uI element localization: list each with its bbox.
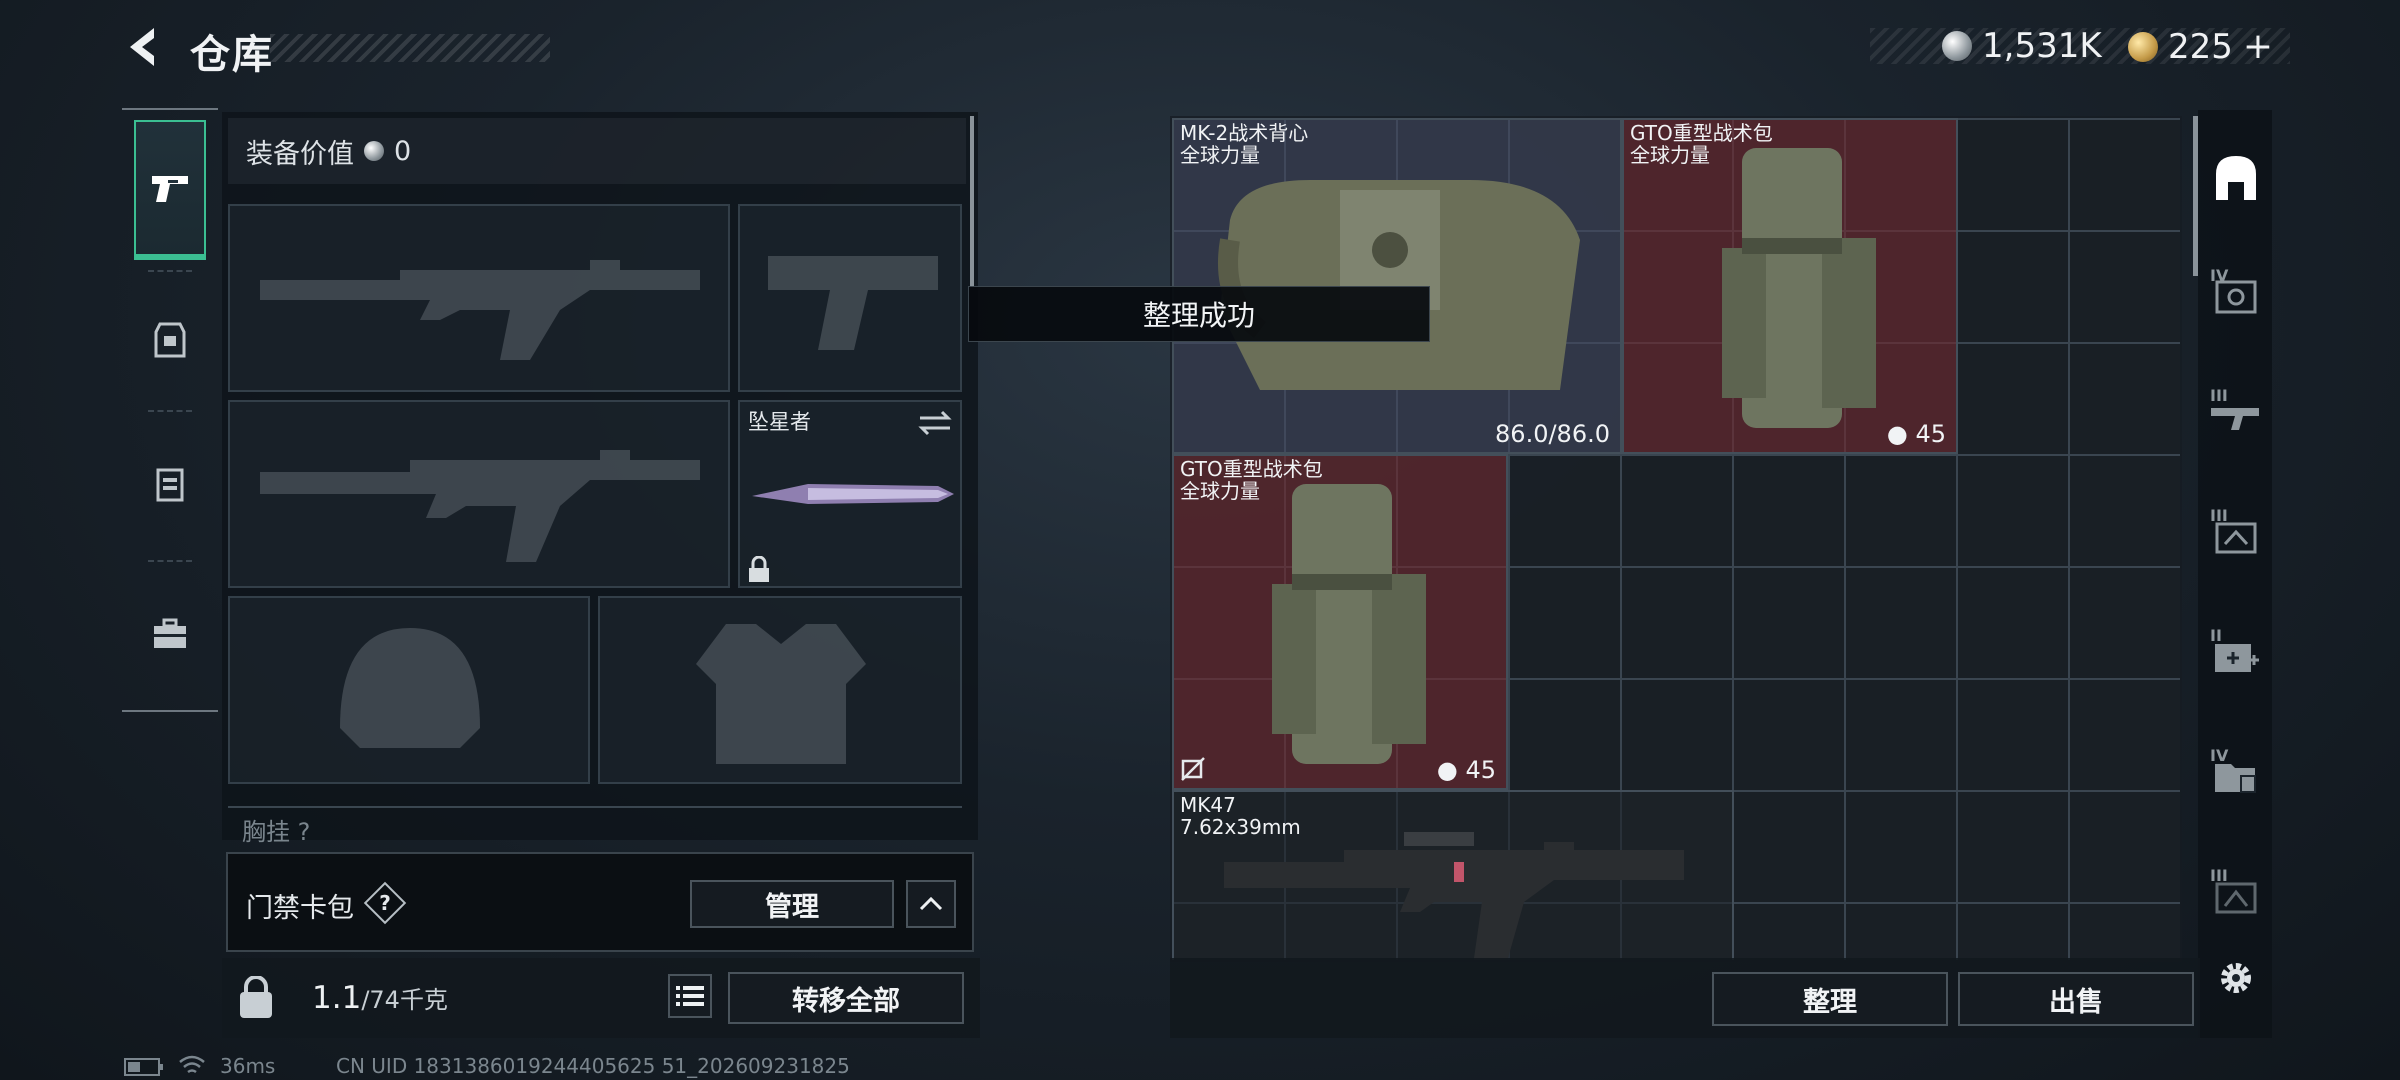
category-all[interactable] xyxy=(2206,148,2266,208)
primary-weapon-slot[interactable] xyxy=(228,204,730,392)
silver-coin-icon xyxy=(1942,31,1972,61)
uid-text: CN UID 1831386019244405625 51_2026092318… xyxy=(336,1054,850,1078)
tier-label: IV xyxy=(2210,266,2229,285)
tab-armor[interactable] xyxy=(122,270,218,410)
briefcase-icon xyxy=(154,618,186,648)
ping-text: 36ms xyxy=(220,1054,276,1078)
tier-label: II xyxy=(2210,626,2222,645)
sidearm-slot[interactable] xyxy=(738,204,962,392)
tier-label: IV xyxy=(2210,746,2229,765)
list-view-button[interactable] xyxy=(668,974,712,1018)
rifle-icon xyxy=(1224,832,1684,960)
swap-icon[interactable] xyxy=(918,410,952,436)
item-name: MK-2战术背心 全球力量 xyxy=(1180,121,1309,167)
vest-icon xyxy=(1218,180,1580,390)
helmet-silhouette-icon xyxy=(340,628,480,748)
equipment-value-label: 装备价值 xyxy=(246,138,354,170)
toast-message: 整理成功 xyxy=(968,286,1430,342)
list-icon xyxy=(676,986,704,1006)
transfer-all-button[interactable]: 转移全部 xyxy=(728,972,964,1024)
capacity-max: /74千克 xyxy=(361,986,448,1014)
gear-icon xyxy=(2221,963,2251,993)
tab-toolbox[interactable] xyxy=(122,564,218,704)
page-title: 仓库 xyxy=(190,32,274,78)
capacity-count: ● 45 xyxy=(1436,756,1496,784)
storage-item-rifle[interactable]: MK47 7.62x39mm xyxy=(1172,790,1734,960)
silver-amount: 1,531K xyxy=(1982,26,2102,66)
keycard-label: 门禁卡包 xyxy=(246,893,354,924)
knife-icon xyxy=(752,484,954,504)
capacity-current: 1.1 xyxy=(312,980,362,1016)
collapse-button[interactable] xyxy=(906,880,956,928)
secondary-weapon-slot[interactable] xyxy=(228,400,730,588)
loadout-tab-column xyxy=(122,108,218,712)
armor-icon xyxy=(154,322,186,358)
no-insure-icon xyxy=(1181,757,1205,781)
back-arrow-icon xyxy=(130,28,154,66)
storage-item-backpack[interactable]: GTO重型战术包 全球力量 ● 45 xyxy=(1172,454,1508,790)
backpack-icon xyxy=(1722,148,1876,428)
category-documents[interactable]: IV xyxy=(2206,746,2266,806)
back-button[interactable] xyxy=(120,22,170,72)
storage-grid: MK-2战术背心 全球力量 86.0/86.0 GTO重型战术包 全球力量 ● … xyxy=(1172,118,2180,960)
gold-coin-icon xyxy=(2128,31,2158,62)
manage-button[interactable]: 管理 xyxy=(690,880,894,928)
rifle-silhouette-icon xyxy=(260,450,700,562)
capacity-text: 1.1/74千克 xyxy=(312,980,448,1016)
gold-add-button[interactable]: + xyxy=(2243,26,2273,67)
lock-icon xyxy=(749,556,769,582)
body-armor-slot[interactable] xyxy=(598,596,962,784)
item-name: GTO重型战术包 全球力量 xyxy=(1180,457,1323,503)
tab-rig[interactable] xyxy=(122,414,218,554)
backpack-icon xyxy=(2216,156,2256,200)
tab-divider xyxy=(148,560,192,562)
backpack-weight-icon xyxy=(240,976,272,1018)
pistol-icon xyxy=(152,176,188,202)
tier-label: III xyxy=(2210,866,2228,885)
armor-silhouette-icon xyxy=(696,624,866,764)
tier-label: III xyxy=(2210,386,2228,405)
slots-icon: ● xyxy=(1436,756,1458,784)
sell-button[interactable]: 出售 xyxy=(1958,972,2194,1026)
tier-label: III xyxy=(2210,506,2228,525)
settings-button[interactable] xyxy=(2206,948,2266,1008)
pistol-silhouette-icon xyxy=(768,256,938,350)
backpack-icon xyxy=(1272,484,1426,764)
category-medical[interactable]: II xyxy=(2206,626,2266,686)
chest-rig-help: ? xyxy=(297,818,311,846)
melee-slot[interactable]: 坠星者 xyxy=(738,400,962,588)
storage-item-backpack[interactable]: GTO重型战术包 全球力量 ● 45 xyxy=(1622,118,1958,454)
melee-name: 坠星者 xyxy=(748,410,811,434)
sort-button[interactable]: 整理 xyxy=(1712,972,1948,1026)
silver-currency[interactable]: 1,531K xyxy=(1942,26,2102,66)
durability-text: 86.0/86.0 xyxy=(1495,420,1610,448)
wifi-icon xyxy=(179,1055,205,1074)
equipment-value: 0 xyxy=(394,135,412,167)
silver-coin-icon xyxy=(364,141,384,161)
category-weapons[interactable]: III xyxy=(2206,386,2266,446)
capacity-count: ● 45 xyxy=(1886,420,1946,448)
rig-icon xyxy=(156,468,184,502)
chest-rig-slot[interactable]: 胸挂 ? xyxy=(228,806,962,846)
category-armor[interactable]: IV xyxy=(2206,266,2266,326)
gold-amount: 225 xyxy=(2168,26,2233,67)
chest-rig-label: 胸挂 xyxy=(242,818,290,846)
equipment-value-row: 装备价值 0 xyxy=(228,118,966,184)
item-name: MK47 7.62x39mm xyxy=(1180,793,1301,839)
slots-icon: ● xyxy=(1886,420,1908,448)
battery-icon xyxy=(124,1058,163,1076)
category-misc[interactable]: III xyxy=(2206,866,2266,926)
tab-weapons[interactable] xyxy=(134,120,206,260)
rifle-silhouette-icon xyxy=(260,260,700,360)
tab-divider xyxy=(148,410,192,412)
gold-currency[interactable]: 225 + xyxy=(2128,26,2273,67)
chevron-up-icon xyxy=(919,896,943,911)
loadout-scrollbar[interactable] xyxy=(970,116,974,286)
helmet-slot[interactable] xyxy=(228,596,590,784)
item-name: GTO重型战术包 全球力量 xyxy=(1630,121,1773,167)
category-ammo[interactable]: III xyxy=(2206,506,2266,566)
title-decoration xyxy=(270,34,550,62)
